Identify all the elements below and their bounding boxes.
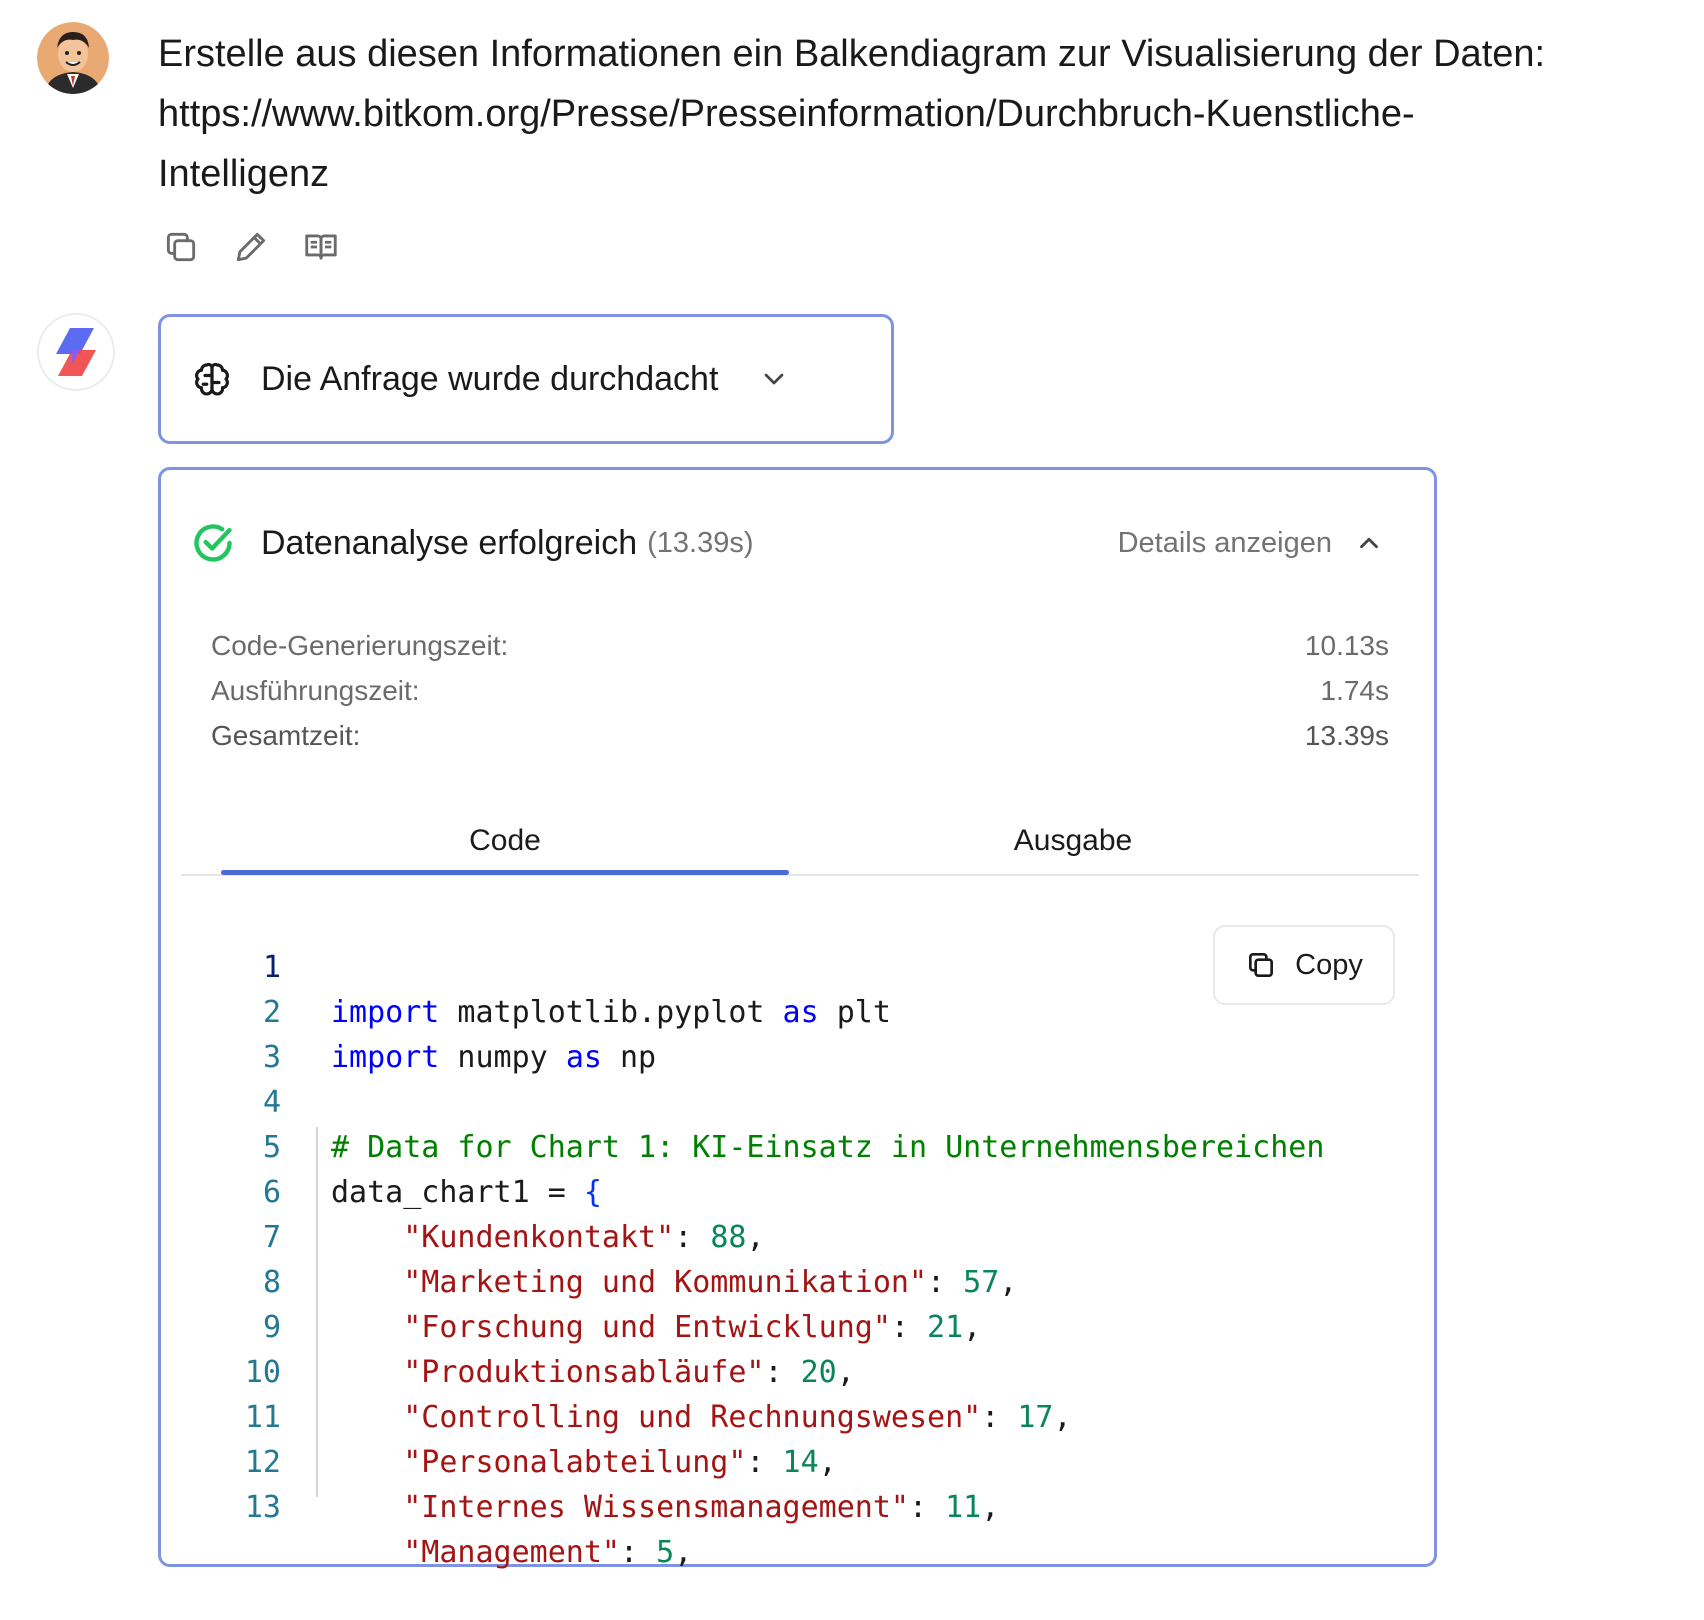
code-line: 12 "Internes Wissensmanagement": 11,	[181, 1395, 1419, 1525]
copy-icon[interactable]	[160, 226, 202, 268]
code-line: 4 # Data for Chart 1: KI-Einsatz in Unte…	[181, 1035, 1419, 1165]
code-text: "Internes Wissensmanagement": 11,	[403, 1490, 1000, 1525]
stat-label: Ausführungszeit:	[211, 675, 420, 706]
analysis-title: Datenanalyse erfolgreich	[261, 523, 638, 562]
user-message-line: Intelligenz	[158, 153, 330, 195]
thought-toggle[interactable]: Die Anfrage wurde durchdacht	[158, 314, 894, 444]
details-toggle[interactable]: Details anzeigen	[1118, 527, 1384, 560]
edit-icon[interactable]	[230, 226, 272, 268]
code-line: 1 import matplotlib.pyplot as plt	[181, 900, 1419, 1030]
details-label: Details anzeigen	[1117, 526, 1332, 559]
stat-row: Gesamtzeit: 13.39s	[211, 720, 1389, 752]
analysis-header: Datenanalyse erfolgreich (13.39s) Detail…	[191, 518, 1384, 568]
stat-row: Ausführungszeit: 1.74s	[211, 675, 1389, 707]
chevron-down-icon	[765, 373, 784, 385]
analysis-panel: Datenanalyse erfolgreich (13.39s) Detail…	[158, 467, 1437, 1570]
stat-label: Gesamtzeit:	[211, 720, 361, 751]
line-number: 13	[244, 1490, 281, 1525]
check-circle-icon	[194, 524, 232, 562]
stat-label: Code-Generierungszeit:	[211, 630, 509, 661]
code-line: 10 "Controlling und Rechnungswesen": 17,	[181, 1305, 1419, 1435]
brain-icon	[195, 362, 229, 396]
read-aloud-icon[interactable]	[300, 226, 342, 268]
stat-value: 1.74s	[1320, 675, 1390, 706]
active-tab-indicator	[221, 870, 789, 875]
code-line: 6 "Kundenkontakt": 88,	[181, 1125, 1419, 1255]
code-line: 5 data_chart1 = {	[181, 1080, 1419, 1210]
code-line: 7 "Marketing und Kommunikation": 57,	[181, 1170, 1419, 1300]
user-message: Erstelle aus diesen Informationen ein Ba…	[158, 24, 1688, 204]
thought-label: Die Anfrage wurde durchdacht	[261, 359, 719, 398]
code-editor[interactable]: 1 import matplotlib.pyplot as plt 2 impo…	[181, 900, 1419, 1570]
code-line: 8 "Forschung und Entwicklung": 21,	[181, 1215, 1419, 1345]
code-line: 9 "Produktionsabläufe": 20,	[181, 1260, 1419, 1390]
chevron-up-icon	[1360, 537, 1378, 549]
stat-value: 13.39s	[1304, 720, 1389, 751]
code-line: 11 "Personalabteilung": 14,	[181, 1350, 1419, 1480]
output-tabs: Code Ausgabe	[181, 810, 1419, 876]
user-avatar	[37, 22, 109, 94]
indent-guide	[316, 1127, 318, 1497]
code-line: 13 "Management": 5,	[181, 1440, 1419, 1570]
user-message-line: https://www.bitkom.org/Presse/Presseinfo…	[158, 93, 1415, 135]
analysis-time: (13.39s)	[647, 526, 754, 559]
assistant-avatar	[37, 313, 115, 391]
tab-code[interactable]: Code	[221, 810, 789, 872]
stat-row: Code-Generierungszeit: 10.13s	[211, 630, 1389, 662]
code-line: 3	[181, 990, 1419, 1075]
message-actions	[160, 226, 342, 268]
code-line: 2 import numpy as np	[181, 945, 1419, 1075]
user-message-line: Erstelle aus diesen Informationen ein Ba…	[158, 33, 1546, 75]
tab-output[interactable]: Ausgabe	[789, 810, 1357, 872]
stat-value: 10.13s	[1304, 630, 1389, 661]
code-text: "Management": 5,	[403, 1535, 693, 1570]
